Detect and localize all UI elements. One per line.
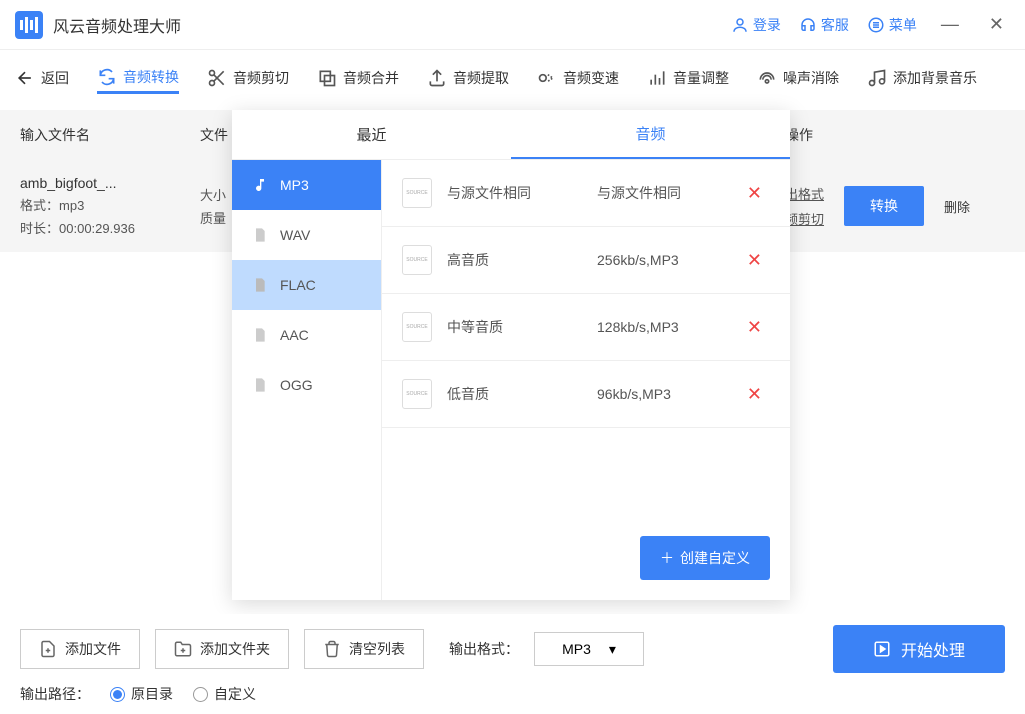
remove-option-icon[interactable]: ✕ <box>739 384 770 405</box>
remove-option-icon[interactable]: ✕ <box>739 317 770 338</box>
tab-extract[interactable]: 音频提取 <box>427 68 509 92</box>
add-file-button[interactable]: 添加文件 <box>20 629 140 669</box>
source-icon <box>402 245 432 275</box>
plus-icon: ＋ <box>660 548 674 568</box>
titlebar: 风云音频处理大师 登录 客服 菜单 — ✕ <box>0 0 1025 50</box>
menu-icon <box>867 16 885 34</box>
format-sidebar: MP3 WAV FLAC AAC OGG <box>232 160 382 600</box>
arrow-left-icon <box>15 68 35 88</box>
tab-convert[interactable]: 音频转换 <box>97 67 179 94</box>
minimize-button[interactable]: — <box>935 14 965 35</box>
file-format: 格式：mp3 <box>20 195 200 214</box>
file-icon <box>250 325 270 345</box>
delete-button[interactable]: 删除 <box>944 197 970 216</box>
chevron-down-icon: ▾ <box>609 641 616 658</box>
format-wav[interactable]: WAV <box>232 210 381 260</box>
tab-volume[interactable]: 音量调整 <box>647 68 729 92</box>
format-ogg[interactable]: OGG <box>232 360 381 410</box>
output-path-label: 输出路径： <box>20 684 90 704</box>
volume-bars-icon <box>647 68 667 88</box>
file-icon <box>250 225 270 245</box>
noise-icon <box>757 68 777 88</box>
file-plus-icon <box>39 640 57 658</box>
output-format-link[interactable]: 出格式 <box>785 184 824 203</box>
radio-custom-dir[interactable]: 自定义 <box>193 684 256 704</box>
source-icon <box>402 312 432 342</box>
music-icon <box>867 68 887 88</box>
col-filename: 输入文件名 <box>20 125 200 145</box>
tab-cut[interactable]: 音频剪切 <box>207 68 289 92</box>
app-logo <box>15 11 43 39</box>
audio-cut-link[interactable]: 频剪切 <box>785 209 824 228</box>
file-duration: 时长：00:00:29.936 <box>20 218 200 237</box>
radio-original-dir[interactable]: 原目录 <box>110 684 173 704</box>
format-mp3[interactable]: MP3 <box>232 160 381 210</box>
merge-icon <box>317 68 337 88</box>
tab-bgm[interactable]: 添加背景音乐 <box>867 68 977 92</box>
close-button[interactable]: ✕ <box>983 14 1010 35</box>
add-folder-button[interactable]: 添加文件夹 <box>155 629 289 669</box>
speed-icon <box>537 68 557 88</box>
scissors-icon <box>207 68 227 88</box>
app-title: 风云音频处理大师 <box>53 13 181 37</box>
play-icon <box>873 640 891 658</box>
format-dropdown: 最近 音频 MP3 WAV FLAC AAC OGG <box>232 110 790 600</box>
radio-icon <box>193 687 208 702</box>
quality-option-medium[interactable]: 中等音质 128kb/s,MP3 ✕ <box>382 294 790 361</box>
trash-icon <box>323 640 341 658</box>
start-process-button[interactable]: 开始处理 <box>833 625 1005 673</box>
upload-icon <box>427 68 447 88</box>
remove-option-icon[interactable]: ✕ <box>739 250 770 271</box>
source-icon <box>402 178 432 208</box>
col-ops: 操作 <box>785 125 1005 145</box>
login-button[interactable]: 登录 <box>731 15 781 35</box>
convert-button[interactable]: 转换 <box>844 186 924 226</box>
back-button[interactable]: 返回 <box>15 68 69 92</box>
file-name: amb_bigfoot_... <box>20 175 200 191</box>
quality-option-high[interactable]: 高音质 256kb/s,MP3 ✕ <box>382 227 790 294</box>
file-icon <box>250 275 270 295</box>
source-icon <box>402 379 432 409</box>
radio-icon <box>110 687 125 702</box>
music-note-icon <box>250 175 270 195</box>
quality-option-same[interactable]: 与源文件相同 与源文件相同 ✕ <box>382 160 790 227</box>
headset-icon <box>799 16 817 34</box>
create-custom-button[interactable]: ＋ 创建自定义 <box>640 536 770 580</box>
format-aac[interactable]: AAC <box>232 310 381 360</box>
quality-option-low[interactable]: 低音质 96kb/s,MP3 ✕ <box>382 361 790 428</box>
output-format-label: 输出格式： <box>449 639 519 659</box>
format-flac[interactable]: FLAC <box>232 260 381 310</box>
toolbar: 返回 音频转换 音频剪切 音频合并 音频提取 音频变速 音量调整 噪声消除 添加… <box>0 50 1025 110</box>
user-icon <box>731 16 749 34</box>
tab-merge[interactable]: 音频合并 <box>317 68 399 92</box>
dropdown-tab-recent[interactable]: 最近 <box>232 110 511 159</box>
tab-speed[interactable]: 音频变速 <box>537 68 619 92</box>
footer: 添加文件 添加文件夹 清空列表 输出格式： MP3 ▾ 开始处理 输出路径： 原… <box>0 614 1025 714</box>
clear-list-button[interactable]: 清空列表 <box>304 629 424 669</box>
tab-noise[interactable]: 噪声消除 <box>757 68 839 92</box>
refresh-icon <box>97 67 117 87</box>
output-format-select[interactable]: MP3 ▾ <box>534 632 644 666</box>
menu-button[interactable]: 菜单 <box>867 15 917 35</box>
support-button[interactable]: 客服 <box>799 15 849 35</box>
dropdown-tab-audio[interactable]: 音频 <box>511 110 790 159</box>
file-icon <box>250 375 270 395</box>
remove-option-icon[interactable]: ✕ <box>739 183 770 204</box>
folder-plus-icon <box>174 640 192 658</box>
quality-options: 与源文件相同 与源文件相同 ✕ 高音质 256kb/s,MP3 ✕ 中等音质 1… <box>382 160 790 600</box>
